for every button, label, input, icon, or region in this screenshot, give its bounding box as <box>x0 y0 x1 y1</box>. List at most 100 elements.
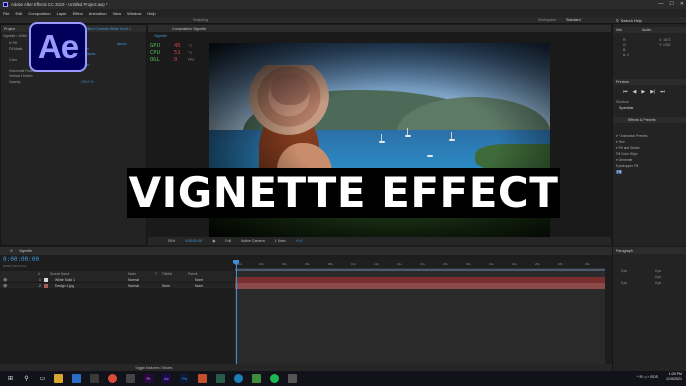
menu-view[interactable]: View <box>113 11 122 16</box>
paragraph-panel: Paragraph 0 px 0 px 0 px 0 px 0 px <box>612 247 686 371</box>
indent-left[interactable]: 0 px <box>621 269 627 273</box>
app-icon[interactable] <box>126 374 135 383</box>
layer-mode[interactable]: Normal <box>128 278 139 282</box>
effects-tree-item[interactable]: Eyedropper Fill <box>616 164 638 168</box>
preview-panel-header: Preview <box>613 79 686 85</box>
info-tab[interactable]: Info <box>616 28 622 32</box>
menu-edit[interactable]: Edit <box>15 11 22 16</box>
playhead-line[interactable] <box>236 260 237 371</box>
app-icon[interactable] <box>288 374 297 383</box>
task-view-icon[interactable]: ▭ <box>38 374 47 383</box>
visibility-icon[interactable]: 👁 <box>3 278 7 282</box>
layer-name[interactable]: White Solid 1 <box>55 278 75 282</box>
composition-tab-title[interactable]: Composition Vignette <box>172 27 206 31</box>
video-title: VIGNETTE EFFECT <box>128 168 559 217</box>
layer-mode[interactable]: Normal <box>128 284 139 288</box>
timeline-tab[interactable]: Vignette <box>19 249 32 253</box>
indent-first[interactable]: 0 px <box>655 275 661 279</box>
explorer-icon[interactable] <box>54 374 63 383</box>
layer-parent[interactable]: None <box>195 278 203 282</box>
col-parent[interactable]: Parent <box>188 272 197 276</box>
menu-composition[interactable]: Composition <box>28 11 50 16</box>
layer-parent[interactable]: None <box>195 284 203 288</box>
space-before[interactable]: 0 px <box>621 281 627 285</box>
app-icon[interactable] <box>252 374 261 383</box>
camera-icon[interactable]: ◉ <box>212 239 215 243</box>
next-frame-icon[interactable]: ▶| <box>650 89 655 95</box>
effects-tree-item[interactable]: Fill Color Wipe <box>616 152 637 156</box>
composition-panel-header: Composition Vignette <box>148 25 611 32</box>
effects-tree-item[interactable]: ▾ Text <box>616 140 625 144</box>
composition-tab[interactable]: Vignette <box>148 34 167 38</box>
last-frame-icon[interactable]: ⏭ <box>660 89 665 95</box>
maximize-button[interactable]: ☐ <box>669 1 673 7</box>
premiere-icon[interactable]: Pr <box>144 374 153 383</box>
exposure-value[interactable]: +0.0 <box>295 239 302 243</box>
app-icon[interactable] <box>216 374 225 383</box>
layer-color-swatch[interactable] <box>44 284 48 288</box>
shortcut-select[interactable]: Spacebar <box>619 106 634 110</box>
effects-tree-item-selected[interactable]: Fill <box>616 170 623 174</box>
play-icon[interactable]: ▶ <box>641 89 645 95</box>
current-time[interactable]: 0:00:00:00 <box>185 239 202 243</box>
paragraph-tab[interactable]: Paragraph <box>616 249 633 253</box>
view-layout-select[interactable]: 1 View <box>275 239 286 243</box>
photoshop-icon[interactable]: Ps <box>180 374 189 383</box>
effects-tree-item[interactable]: ▾ Fill and Stroke <box>616 146 640 150</box>
effects-presets-tab[interactable]: Effects & Presets <box>628 118 656 122</box>
timeline-timecode[interactable]: 0:00:00:00 <box>3 256 39 263</box>
layer-row[interactable]: 👁 2 Design 1.jpg Normal None None <box>0 283 234 289</box>
menu-animation[interactable]: Animation <box>89 11 107 16</box>
clock-date: 1/19/2021 <box>666 377 682 381</box>
close-tab-icon[interactable]: ✕ <box>10 249 13 253</box>
prev-frame-icon[interactable]: ◀ <box>633 89 637 95</box>
preview-tab[interactable]: Preview <box>616 80 629 84</box>
col-mode[interactable]: Mode <box>128 272 136 276</box>
effects-tree-item[interactable]: ▾ Generate <box>616 158 632 162</box>
ruler-label: 16s <box>420 262 425 266</box>
menu-help[interactable]: Help <box>147 11 155 16</box>
col-source-name[interactable]: Source Name <box>50 272 70 276</box>
menu-window[interactable]: Window <box>127 11 141 16</box>
effect-row[interactable]: Opacity 100.0 % <box>3 80 145 86</box>
effects-tree-item[interactable]: ▾ * Animation Presets <box>616 134 647 138</box>
ruler-label: 24s <box>512 262 517 266</box>
layer-bar[interactable] <box>235 283 605 289</box>
first-frame-icon[interactable]: ⏮ <box>623 89 628 95</box>
layer-trkmat[interactable]: None <box>162 284 170 288</box>
workspace-select[interactable]: Standard <box>566 18 581 22</box>
effect-controls-tab[interactable]: Effect Controls White Solid 1 <box>85 27 131 31</box>
after-effects-icon[interactable]: Ae <box>162 374 171 383</box>
layer-color-swatch[interactable] <box>44 278 48 282</box>
spotify-icon[interactable] <box>270 374 279 383</box>
chrome-icon[interactable] <box>108 374 117 383</box>
time-ruler[interactable]: 00s 02s 04s 06s 08s 10s 12s 14s 16s 18s … <box>235 260 605 269</box>
space-after[interactable]: 0 px <box>655 281 661 285</box>
active-camera-select[interactable]: Active Camera <box>241 239 265 243</box>
close-button[interactable]: ✕ <box>680 1 684 7</box>
audio-tab[interactable]: Audio <box>642 28 651 32</box>
snapping-toggle[interactable]: Snapping <box>193 18 208 22</box>
menu-effect[interactable]: Effect <box>73 11 83 16</box>
clock[interactable]: 1:09 PM 1/19/2021 <box>666 372 682 382</box>
app-icon[interactable] <box>198 374 207 383</box>
resolution-select[interactable]: Full <box>225 239 231 243</box>
windows-start-icon[interactable]: ⊞ <box>6 374 15 383</box>
visibility-icon[interactable]: 👁 <box>3 284 7 288</box>
store-icon[interactable] <box>90 374 99 383</box>
timeline-header: ✕ Vignette <box>0 247 612 255</box>
layer-name[interactable]: Design 1.jpg <box>55 284 74 288</box>
app-icon[interactable] <box>72 374 81 383</box>
col-trkmat[interactable]: TrkMat <box>162 272 172 276</box>
system-tray[interactable]: ^ ✉ ◁ ⌁ BOS <box>637 375 658 379</box>
search-help[interactable]: ⚲ Search Help <box>616 18 682 24</box>
indent-right[interactable]: 0 px <box>655 269 661 273</box>
edge-icon[interactable] <box>234 374 243 383</box>
project-tab[interactable]: Project <box>4 27 15 31</box>
zoom-select[interactable]: 50% <box>168 239 175 243</box>
menu-layer[interactable]: Layer <box>57 11 67 16</box>
toggle-switches-modes[interactable]: Toggle Switches / Modes <box>135 366 173 370</box>
minimize-button[interactable]: — <box>658 1 663 7</box>
menu-file[interactable]: File <box>3 11 9 16</box>
search-icon[interactable]: ⚲ <box>22 374 31 383</box>
